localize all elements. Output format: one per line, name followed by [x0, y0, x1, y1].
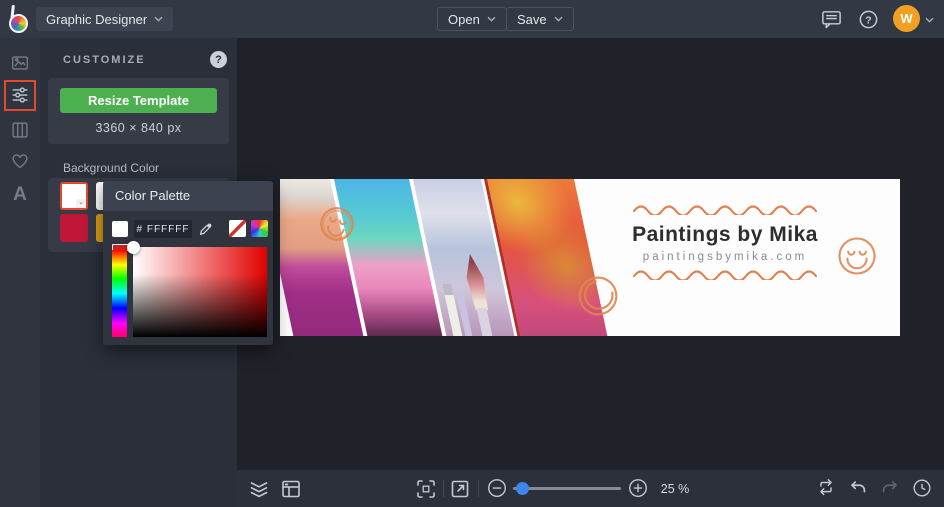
circle-scribble-doodle-icon: [578, 276, 618, 316]
chevron-down-icon: [487, 16, 496, 22]
feedback-chat-icon[interactable]: [820, 8, 843, 31]
resize-card: Resize Template 3360 × 840 px: [48, 78, 229, 144]
hue-strip-slider[interactable]: [112, 250, 127, 337]
logo-color-wheel: [9, 14, 28, 33]
zoom-level-value: 25 %: [660, 482, 690, 496]
compare-icon[interactable]: [815, 477, 839, 501]
tab-text[interactable]: A: [9, 184, 31, 206]
popup-title: Color Palette: [103, 181, 273, 211]
svg-text:?: ?: [865, 14, 871, 26]
redo-button[interactable]: [879, 477, 903, 501]
tab-templates[interactable]: [9, 119, 31, 141]
color-palette-popup: Color Palette: [103, 181, 273, 345]
app-menu-label: Graphic Designer: [46, 11, 148, 27]
toolbar-divider: [478, 480, 479, 497]
banner-text-block: Paintings by Mika paintingsbymika.com: [620, 205, 830, 280]
zoom-in-button[interactable]: [627, 477, 651, 501]
zoom-slider-track[interactable]: [513, 487, 621, 490]
template-layout-icon[interactable]: [279, 477, 303, 501]
hex-color-input[interactable]: [134, 220, 192, 238]
open-button[interactable]: Open: [437, 7, 507, 31]
chevron-down-icon: [554, 16, 563, 22]
panel-title: CUSTOMIZE: [63, 54, 146, 66]
tab-customize[interactable]: [9, 84, 31, 106]
undo-button[interactable]: [847, 477, 871, 501]
color-picker-handle[interactable]: [127, 241, 140, 254]
zoom-slider-handle[interactable]: [516, 482, 529, 495]
swatch-dropdown-indicator[interactable]: ⌄: [76, 199, 86, 208]
account-chevron-down-icon[interactable]: [925, 17, 934, 23]
app-menu-button[interactable]: Graphic Designer: [36, 7, 174, 31]
fit-to-screen-icon[interactable]: [414, 477, 438, 501]
popup-body: [103, 211, 273, 345]
tab-image-manager[interactable]: [9, 52, 31, 74]
panel-help-icon[interactable]: ?: [210, 51, 227, 68]
no-color-button[interactable]: [229, 220, 246, 237]
design-banner[interactable]: Paintings by Mika paintingsbymika.com: [280, 179, 900, 336]
tool-rail: A: [0, 38, 40, 507]
open-label: Open: [448, 11, 480, 27]
bottom-toolbar: 25 %: [237, 470, 944, 507]
wavy-divider: [633, 205, 817, 215]
wavy-divider: [633, 270, 817, 280]
color-swatch-crimson[interactable]: [60, 214, 88, 242]
paintbrush-handle: [476, 308, 493, 336]
eyedropper-icon[interactable]: [198, 221, 214, 237]
befunky-logo-icon[interactable]: [9, 4, 35, 33]
open-fullview-icon[interactable]: [448, 477, 472, 501]
layers-icon[interactable]: [247, 477, 271, 501]
canvas-workspace[interactable]: Paintings by Mika paintingsbymika.com: [237, 38, 944, 470]
user-avatar[interactable]: W: [893, 5, 920, 32]
tab-favorites[interactable]: [9, 150, 31, 172]
banner-website: paintingsbymika.com: [642, 251, 808, 263]
color-swatch-white-selected[interactable]: ⌄: [60, 182, 88, 210]
save-button[interactable]: Save: [506, 7, 574, 31]
save-label: Save: [517, 11, 547, 27]
chevron-down-icon: [154, 16, 163, 22]
saturation-value-picker[interactable]: [133, 247, 267, 337]
template-dimensions: 3360 × 840 px: [95, 121, 182, 135]
zoom-out-button[interactable]: [486, 477, 510, 501]
help-icon[interactable]: ?: [857, 8, 880, 31]
rainbow-palette-button[interactable]: [251, 220, 268, 237]
current-color-chip[interactable]: [112, 221, 128, 237]
history-clock-icon[interactable]: [911, 477, 935, 501]
resize-template-button[interactable]: Resize Template: [60, 88, 217, 113]
smiley-icon: [838, 237, 876, 275]
background-color-label: Background Color: [63, 161, 160, 175]
top-bar: Graphic Designer Open Save ? W: [0, 0, 944, 38]
banner-title: Paintings by Mika: [632, 223, 818, 246]
toolbar-divider: [443, 480, 444, 497]
